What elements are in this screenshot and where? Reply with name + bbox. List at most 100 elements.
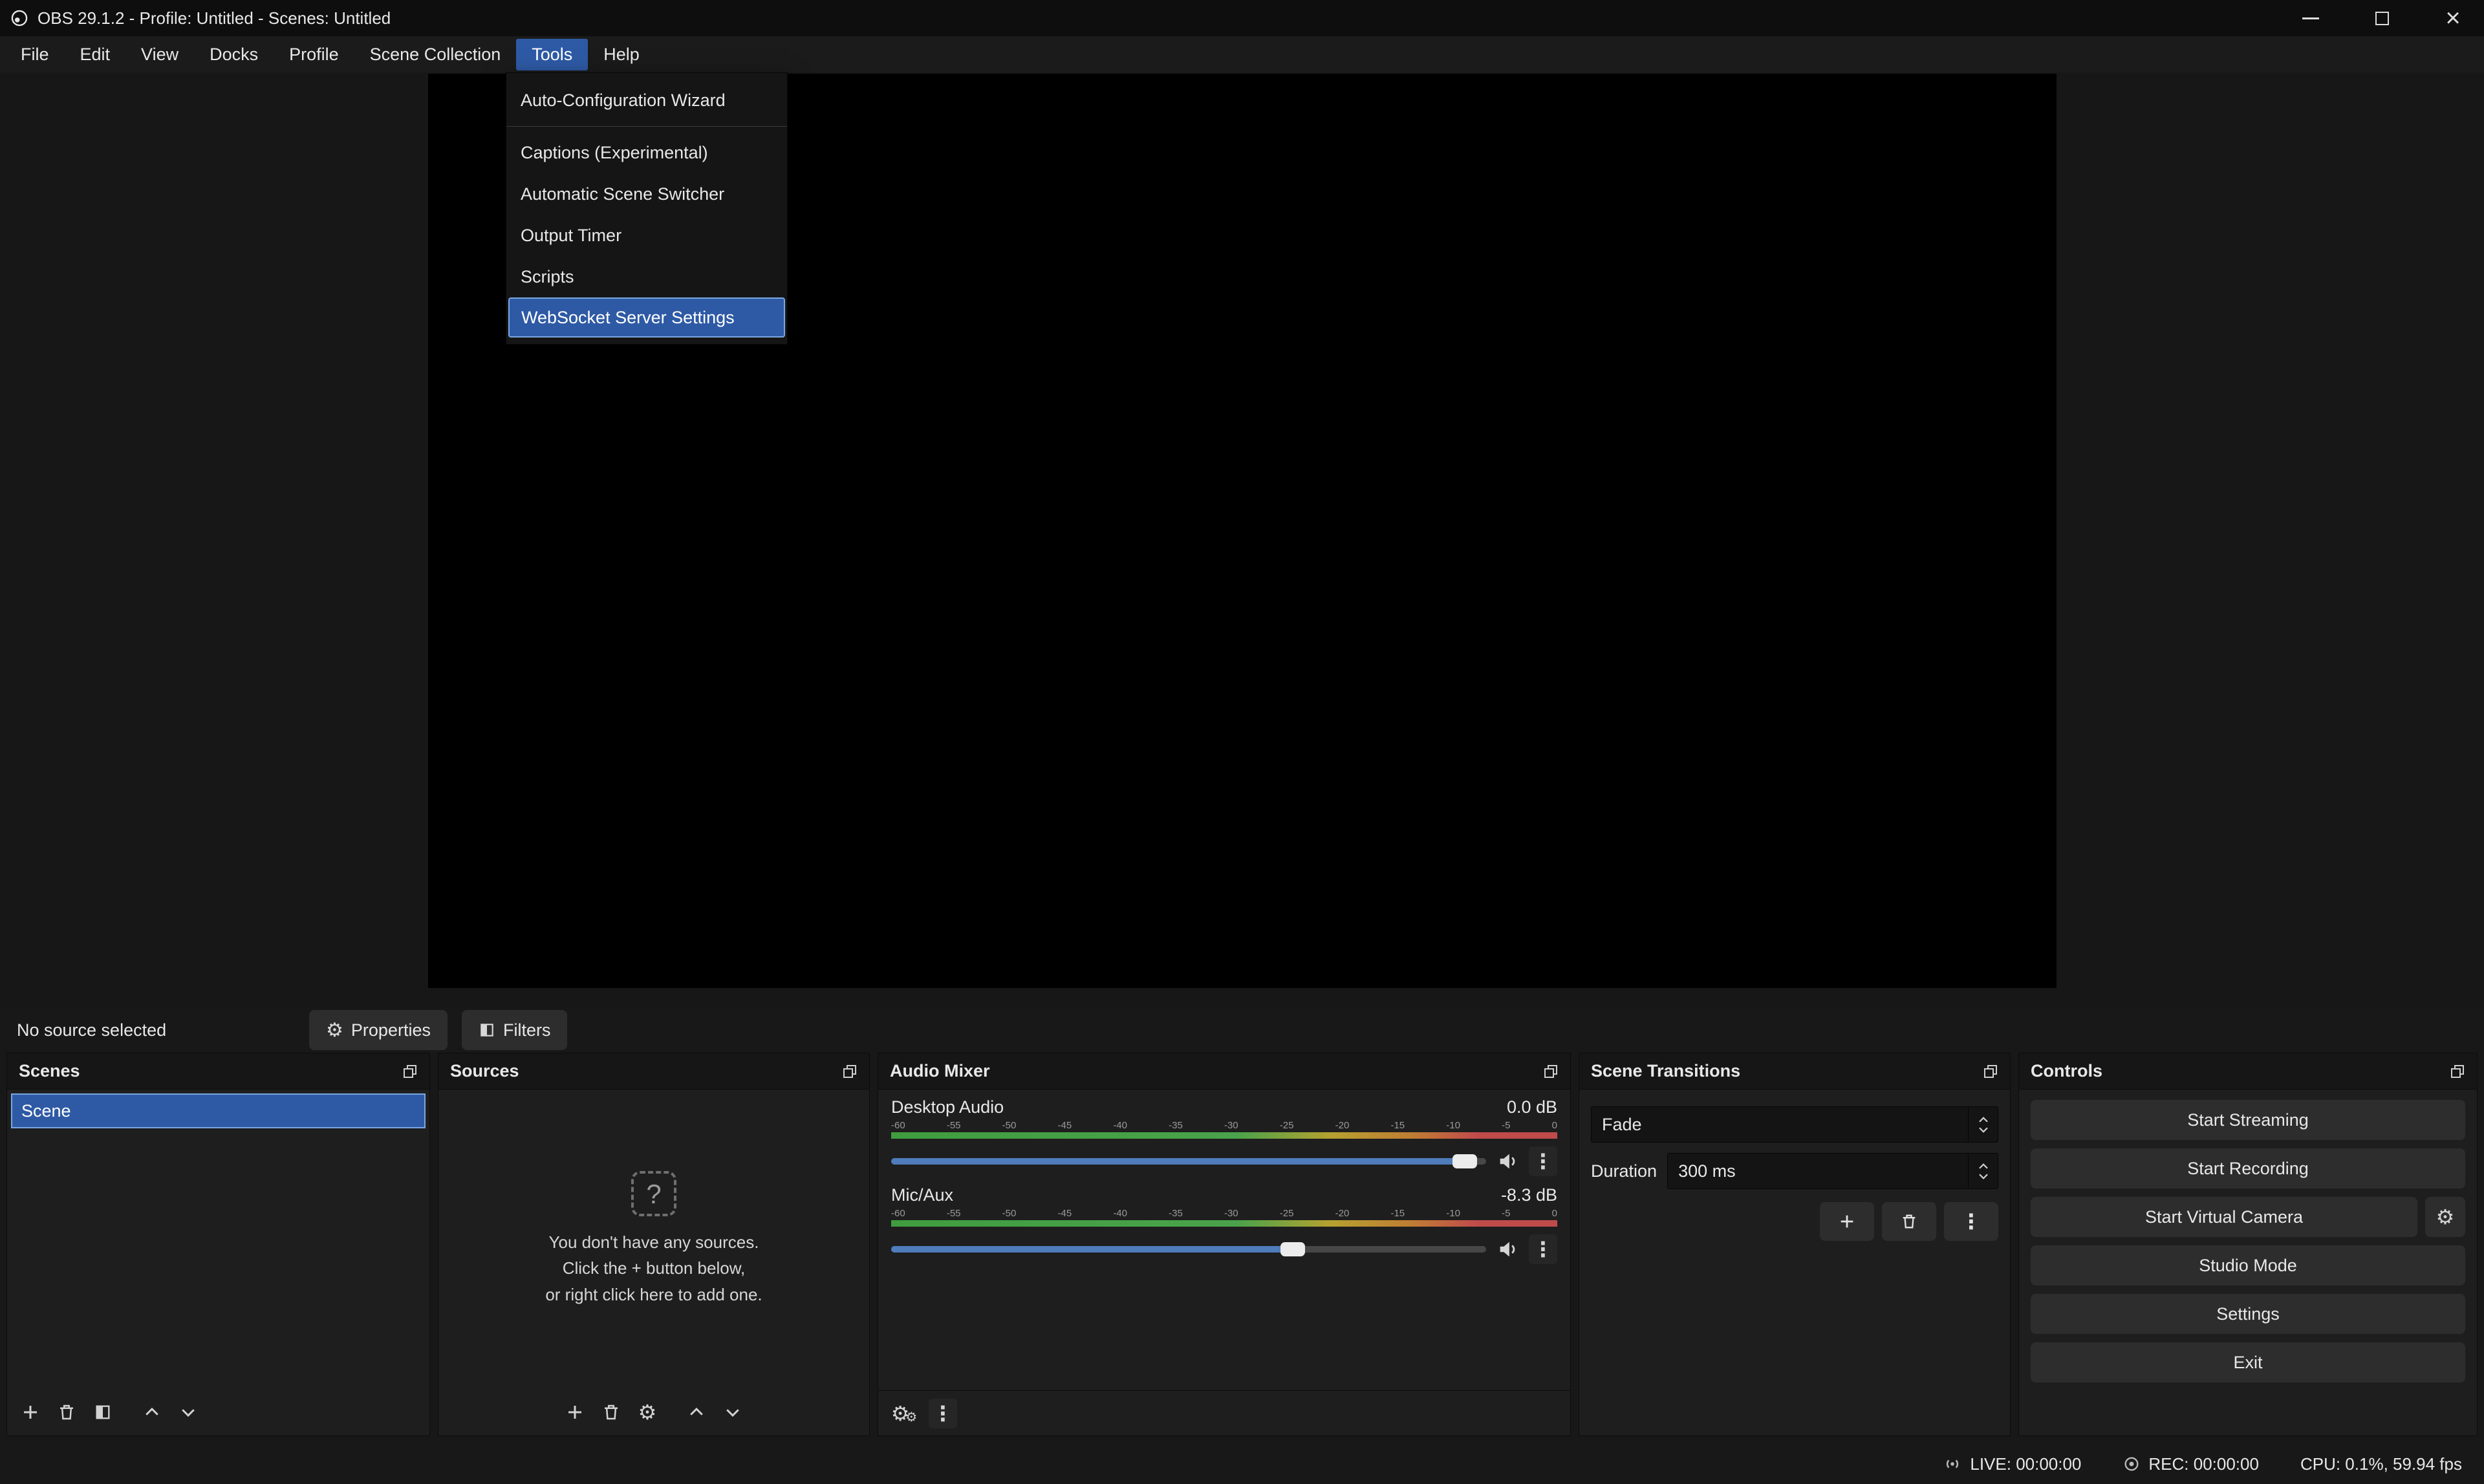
popout-icon[interactable] xyxy=(2450,1064,2465,1079)
maximize-button[interactable] xyxy=(2351,0,2413,36)
tick-label: -55 xyxy=(947,1120,961,1131)
remove-scene-button[interactable] xyxy=(51,1397,82,1428)
remove-source-button[interactable] xyxy=(596,1397,627,1428)
menu-item-scripts[interactable]: Scripts xyxy=(506,256,787,297)
move-source-up-button[interactable] xyxy=(681,1397,712,1428)
volume-slider-fill xyxy=(891,1246,1296,1253)
add-transition-button[interactable] xyxy=(1820,1202,1874,1241)
virtual-camera-settings-button[interactable]: ⚙ xyxy=(2425,1197,2465,1237)
properties-button-label: Properties xyxy=(351,1020,431,1040)
scene-transitions-dock-header[interactable]: Scene Transitions xyxy=(1579,1053,2010,1090)
menu-view[interactable]: View xyxy=(125,39,194,70)
advanced-audio-properties-button[interactable]: ⚙ ⚙ xyxy=(889,1398,920,1429)
menu-item-captions[interactable]: Captions (Experimental) xyxy=(506,132,787,173)
volume-slider-handle[interactable] xyxy=(1280,1242,1305,1256)
menu-item-output-timer[interactable]: Output Timer xyxy=(506,215,787,256)
select-arrows[interactable] xyxy=(1968,1107,1998,1142)
popout-icon[interactable] xyxy=(1543,1064,1559,1079)
menu-profile[interactable]: Profile xyxy=(274,39,354,70)
scene-filters-button[interactable] xyxy=(87,1397,118,1428)
sources-empty-line-3: or right click here to add one. xyxy=(545,1282,762,1307)
kebab-icon: ⋮ xyxy=(1961,1209,1982,1234)
tick-label: 0 xyxy=(1552,1208,1557,1219)
sources-dock-header[interactable]: Sources xyxy=(438,1053,869,1090)
move-scene-up-button[interactable] xyxy=(136,1397,167,1428)
remove-transition-button[interactable] xyxy=(1882,1202,1936,1241)
kebab-icon: ⋮ xyxy=(1533,1237,1553,1262)
menu-item-auto-configuration-wizard[interactable]: Auto-Configuration Wizard xyxy=(506,80,787,121)
audio-mixer-dock: Audio Mixer Desktop Audio 0.0 dB -60 -55 -… xyxy=(878,1053,1571,1436)
source-properties-button[interactable]: ⚙ xyxy=(632,1397,663,1428)
broadcast-icon xyxy=(1943,1454,1962,1474)
scene-list: Scene xyxy=(7,1090,429,1389)
volume-slider[interactable] xyxy=(891,1158,1486,1165)
speaker-icon[interactable] xyxy=(1496,1150,1518,1172)
tick-label: -5 xyxy=(1502,1120,1510,1131)
menu-item-automatic-scene-switcher[interactable]: Automatic Scene Switcher xyxy=(506,173,787,215)
scene-list-item[interactable]: Scene xyxy=(11,1093,426,1128)
window-title: OBS 29.1.2 - Profile: Untitled - Scenes:… xyxy=(38,8,391,28)
start-streaming-button[interactable]: Start Streaming xyxy=(2031,1100,2465,1140)
sources-empty-text: You don't have any sources. Click the + … xyxy=(545,1229,762,1307)
properties-button[interactable]: ⚙ Properties xyxy=(309,1010,448,1050)
tick-label: -60 xyxy=(891,1120,905,1131)
popout-icon[interactable] xyxy=(402,1064,418,1079)
controls-dock-header[interactable]: Controls xyxy=(2019,1053,2477,1090)
menu-help[interactable]: Help xyxy=(588,39,655,70)
tick-label: -15 xyxy=(1390,1120,1405,1131)
menu-item-websocket-server-settings[interactable]: WebSocket Server Settings xyxy=(508,297,785,338)
speaker-icon[interactable] xyxy=(1496,1238,1518,1260)
tick-label: -10 xyxy=(1446,1208,1460,1219)
menu-scene-collection[interactable]: Scene Collection xyxy=(354,39,517,70)
studio-mode-button[interactable]: Studio Mode xyxy=(2031,1245,2465,1285)
cpu-fps-text: CPU: 0.1%, 59.94 fps xyxy=(2300,1454,2462,1474)
mixer-channel-desktop-audio: Desktop Audio 0.0 dB -60-55-50-45-40-35-… xyxy=(891,1097,1557,1176)
duration-spinbox[interactable]: 300 ms xyxy=(1667,1153,1998,1189)
start-recording-button[interactable]: Start Recording xyxy=(2031,1148,2465,1188)
tick-label: -40 xyxy=(1113,1208,1127,1219)
gear-icon: ⚙ xyxy=(326,1019,343,1042)
rec-status: REC: 00:00:00 xyxy=(2122,1454,2259,1474)
transition-options-button[interactable]: ⋮ xyxy=(1944,1202,1998,1241)
live-status: LIVE: 00:00:00 xyxy=(1943,1454,2081,1474)
sources-empty-state[interactable]: ? You don't have any sources. Click the … xyxy=(438,1090,869,1389)
tick-label: -35 xyxy=(1169,1120,1183,1131)
filters-button[interactable]: Filters xyxy=(462,1010,568,1050)
menu-tools[interactable]: Tools xyxy=(516,39,588,70)
minimize-button[interactable] xyxy=(2280,0,2342,36)
meter-scale: -60-55-50-45-40-35-30-25-20-15-10-50 xyxy=(891,1120,1557,1131)
channel-options-button[interactable]: ⋮ xyxy=(1529,1146,1557,1176)
transition-actions: ⋮ xyxy=(1591,1202,1998,1241)
menu-edit[interactable]: Edit xyxy=(65,39,126,70)
volume-slider-handle[interactable] xyxy=(1453,1154,1477,1168)
gear-icon: ⚙ xyxy=(2436,1207,2455,1227)
tick-label: -10 xyxy=(1446,1120,1460,1131)
add-scene-button[interactable] xyxy=(15,1397,46,1428)
record-icon xyxy=(2122,1455,2141,1473)
channel-options-button[interactable]: ⋮ xyxy=(1529,1234,1557,1264)
popout-icon[interactable] xyxy=(1983,1064,1998,1079)
tick-label: -30 xyxy=(1224,1120,1238,1131)
close-button[interactable]: × xyxy=(2422,0,2484,36)
spinbox-arrows[interactable] xyxy=(1968,1154,1998,1188)
move-source-down-button[interactable] xyxy=(717,1397,748,1428)
scenes-dock-header[interactable]: Scenes xyxy=(7,1053,429,1090)
settings-button[interactable]: Settings xyxy=(2031,1294,2465,1334)
audio-mixer-dock-header[interactable]: Audio Mixer xyxy=(878,1053,1570,1090)
menu-file[interactable]: File xyxy=(5,39,65,70)
question-mark-icon: ? xyxy=(631,1171,676,1216)
exit-button[interactable]: Exit xyxy=(2031,1342,2465,1382)
tick-label: -5 xyxy=(1502,1208,1510,1219)
mixer-options-button[interactable]: ⋮ xyxy=(929,1399,957,1428)
menu-docks[interactable]: Docks xyxy=(194,39,274,70)
add-source-button[interactable] xyxy=(559,1397,590,1428)
transition-select[interactable]: Fade xyxy=(1591,1106,1998,1143)
start-virtual-camera-button[interactable]: Start Virtual Camera xyxy=(2031,1197,2417,1237)
channel-level-db: 0.0 dB xyxy=(1507,1097,1557,1117)
controls-dock-title: Controls xyxy=(2031,1061,2102,1081)
close-icon: × xyxy=(2445,5,2460,31)
popout-icon[interactable] xyxy=(842,1064,858,1079)
volume-slider[interactable] xyxy=(891,1246,1486,1253)
channel-name: Desktop Audio xyxy=(891,1097,1004,1117)
move-scene-down-button[interactable] xyxy=(173,1397,204,1428)
